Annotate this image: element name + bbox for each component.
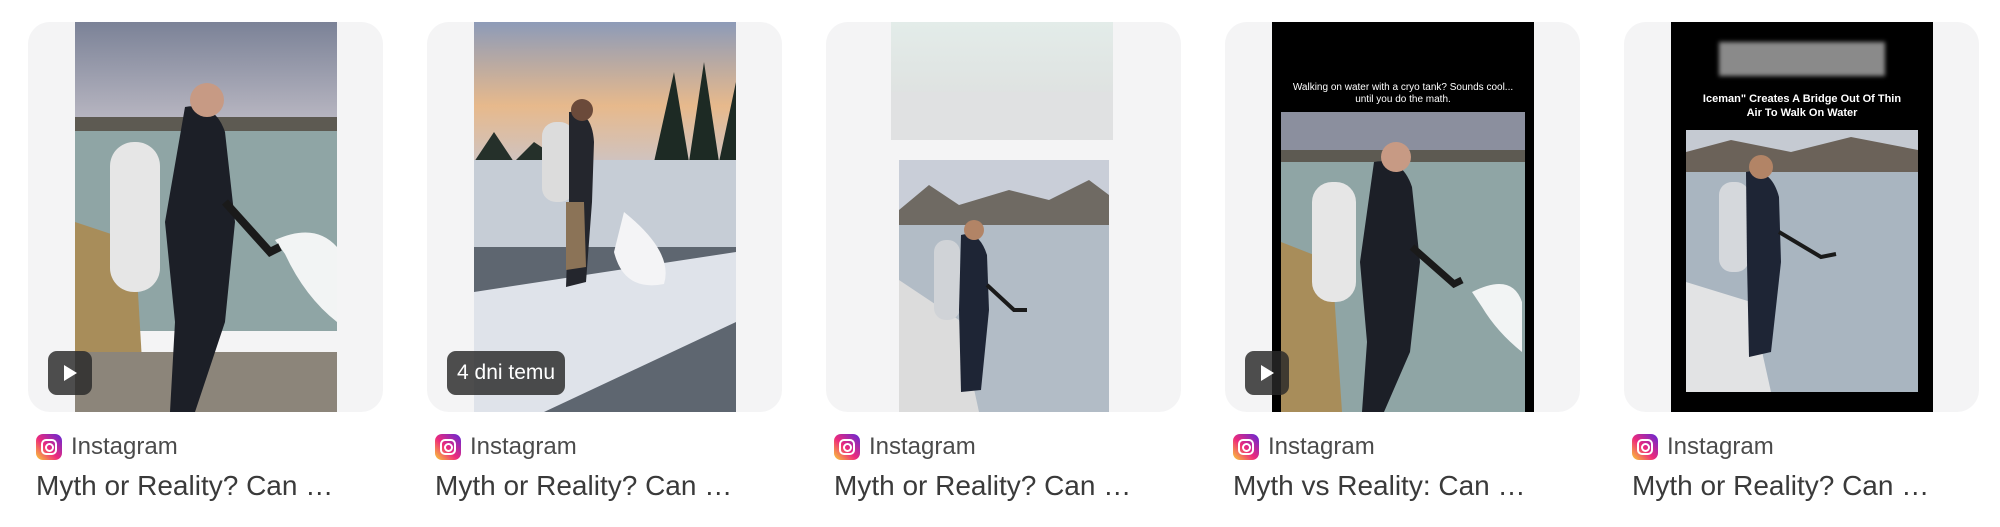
result-card[interactable]: Iceman" Creates A Bridge Out Of Thin Air… bbox=[1624, 22, 1979, 512]
result-title[interactable]: Myth or Reality? Can … bbox=[36, 470, 376, 502]
blurred-header-image bbox=[891, 22, 1113, 140]
image-results-row: Instagram Myth or Reality? Can … 4 dni t… bbox=[28, 22, 1979, 522]
instagram-icon bbox=[1233, 434, 1259, 460]
instagram-icon bbox=[36, 434, 62, 460]
result-card[interactable]: Walking on water with a cryo tank? Sound… bbox=[1225, 22, 1580, 512]
result-title[interactable]: Myth or Reality? Can … bbox=[1632, 470, 1972, 502]
instagram-icon bbox=[435, 434, 461, 460]
play-icon bbox=[1261, 365, 1274, 381]
source-name: Instagram bbox=[869, 433, 976, 460]
video-thumbnail-image: Iceman" Creates A Bridge Out Of Thin Air… bbox=[1671, 22, 1933, 412]
source-row[interactable]: Instagram bbox=[1632, 432, 1774, 462]
result-title[interactable]: Myth or Reality? Can … bbox=[834, 470, 1174, 502]
play-button[interactable] bbox=[48, 351, 92, 395]
source-name: Instagram bbox=[71, 433, 178, 460]
thumbnail[interactable]: 4 dni temu bbox=[427, 22, 782, 412]
play-button[interactable] bbox=[1245, 351, 1289, 395]
source-name: Instagram bbox=[1667, 433, 1774, 460]
result-card[interactable]: 4 dni temu Instagram Myth or Reality? Ca… bbox=[427, 22, 782, 512]
source-row[interactable]: Instagram bbox=[36, 432, 178, 462]
thumbnail[interactable]: Walking on water with a cryo tank? Sound… bbox=[1225, 22, 1580, 412]
instagram-icon bbox=[1632, 434, 1658, 460]
source-name: Instagram bbox=[470, 433, 577, 460]
result-title[interactable]: Myth vs Reality: Can … bbox=[1233, 470, 1573, 502]
thumbnail[interactable]: Iceman" Creates A Bridge Out Of Thin Air… bbox=[1624, 22, 1979, 412]
video-thumbnail-image bbox=[899, 160, 1109, 412]
source-row[interactable]: Instagram bbox=[1233, 432, 1375, 462]
result-title[interactable]: Myth or Reality? Can … bbox=[435, 470, 775, 502]
video-thumbnail-image: Walking on water with a cryo tank? Sound… bbox=[1272, 22, 1534, 412]
video-thumbnail-image bbox=[75, 22, 337, 412]
result-card[interactable]: Instagram Myth or Reality? Can … bbox=[28, 22, 383, 512]
instagram-icon bbox=[834, 434, 860, 460]
result-card[interactable]: Instagram Myth or Reality? Can … bbox=[826, 22, 1181, 512]
thumbnail[interactable] bbox=[826, 22, 1181, 412]
source-name: Instagram bbox=[1268, 433, 1375, 460]
thumbnail[interactable] bbox=[28, 22, 383, 412]
play-icon bbox=[64, 365, 77, 381]
source-row[interactable]: Instagram bbox=[834, 432, 976, 462]
source-row[interactable]: Instagram bbox=[435, 432, 577, 462]
age-badge: 4 dni temu bbox=[447, 351, 566, 395]
